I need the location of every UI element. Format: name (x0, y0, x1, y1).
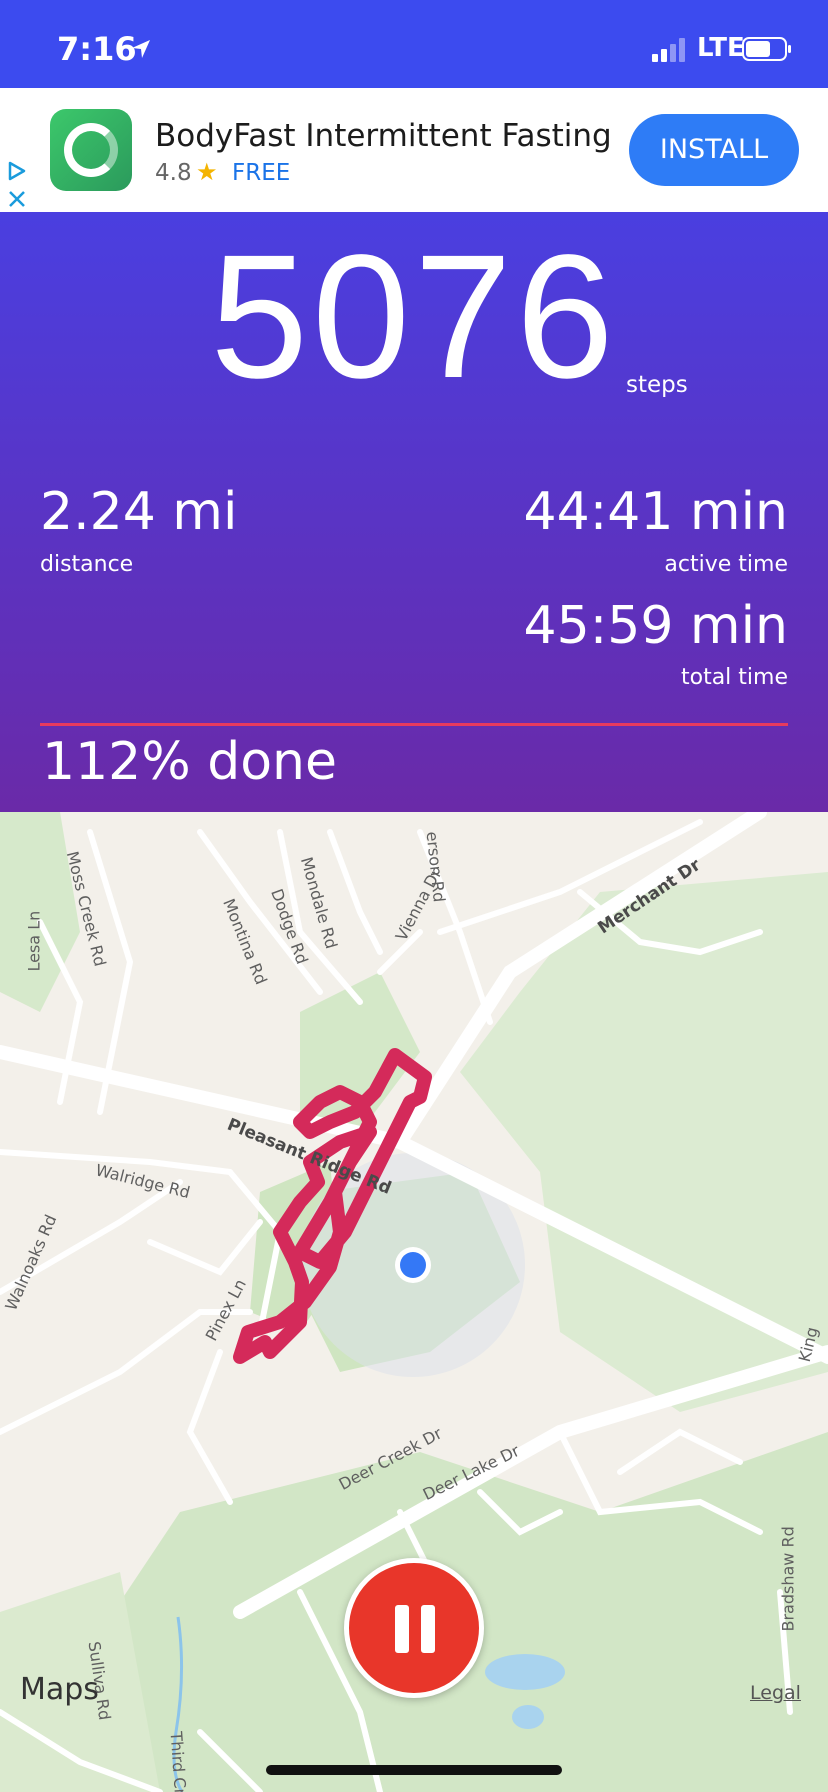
network-type: LTE (697, 33, 745, 63)
signal-strength-icon (652, 38, 685, 62)
adchoices-icon[interactable] (6, 160, 28, 182)
distance-label: distance (40, 552, 134, 577)
active-time-label: active time (664, 552, 788, 577)
location-arrow-icon (132, 40, 150, 58)
total-time-value: 45:59 min (523, 596, 788, 656)
ad-banner[interactable]: BodyFast Intermittent Fasting 4.8 ★ FREE… (0, 88, 828, 212)
step-count: 5076 (210, 219, 618, 415)
progress-text: 112% done (42, 732, 337, 792)
stats-panel: 5076 steps 2.24 mi distance 44:41 min ac… (0, 212, 828, 812)
status-time: 7:16 (57, 30, 137, 68)
battery-icon (742, 37, 791, 61)
star-icon: ★ (196, 158, 218, 186)
steps-unit-label: steps (626, 372, 688, 398)
street-label: Lesa Ln (24, 910, 44, 972)
ad-rating: 4.8 (155, 160, 192, 186)
status-bar: 7:16 LTE (0, 0, 828, 88)
pause-icon (395, 1605, 435, 1653)
progress-bar (40, 723, 788, 726)
install-button[interactable]: INSTALL (629, 114, 799, 186)
total-time-label: total time (680, 665, 788, 690)
apple-maps-logo: Maps (20, 1672, 99, 1707)
distance-value: 2.24 mi (40, 482, 238, 542)
pause-button[interactable] (344, 1558, 484, 1698)
progress-fill (40, 723, 788, 726)
app-icon[interactable] (50, 109, 132, 191)
legal-link[interactable]: Legal (750, 1682, 801, 1704)
maps-attribution: Maps (20, 1672, 99, 1707)
close-icon[interactable] (6, 188, 28, 210)
active-time-value: 44:41 min (523, 482, 788, 542)
home-indicator[interactable] (266, 1765, 562, 1775)
ad-price: FREE (232, 160, 291, 186)
ad-title[interactable]: BodyFast Intermittent Fasting (155, 118, 612, 154)
street-label: Bradshaw Rd (778, 1526, 798, 1632)
